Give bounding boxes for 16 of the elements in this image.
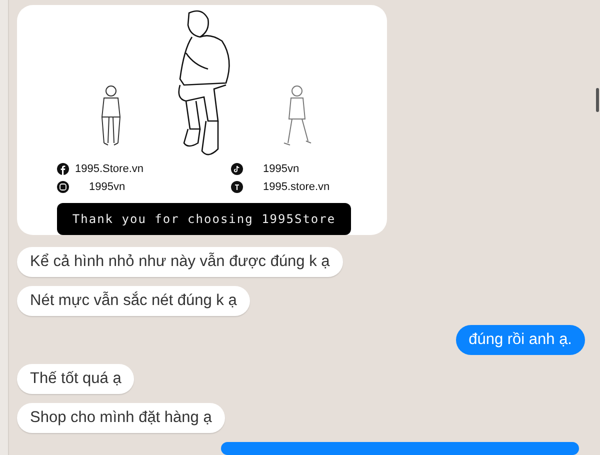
scrollbar-thumb[interactable] bbox=[596, 88, 599, 112]
image-message-card[interactable]: 1995.Store.vn 1995vn 1995vn 1995.store.vn Thank you for choosing 1995Store bbox=[17, 5, 387, 235]
social-handle: 1995.store.vn bbox=[263, 181, 330, 193]
incoming-message: Shop cho mình đặt hàng ạ bbox=[17, 403, 225, 433]
social-handle: 1995vn bbox=[263, 163, 300, 175]
threads-icon bbox=[231, 181, 243, 193]
instagram-icon bbox=[57, 181, 69, 193]
facebook-icon bbox=[57, 163, 69, 175]
incoming-message: Kể cả hình nhỏ như này vẫn được đúng k ạ bbox=[17, 247, 343, 277]
incoming-message: Nét mực vẫn sắc nét đúng k ạ bbox=[17, 286, 250, 316]
social-handle: 1995vn bbox=[89, 181, 126, 193]
incoming-message: Thế tốt quá ạ bbox=[17, 364, 134, 394]
tiktok-icon bbox=[231, 163, 243, 175]
social-handle: 1995.Store.vn bbox=[75, 163, 144, 175]
outgoing-message: đúng rồi anh ạ. bbox=[456, 325, 585, 355]
thank-you-banner: Thank you for choosing 1995Store bbox=[57, 203, 351, 235]
